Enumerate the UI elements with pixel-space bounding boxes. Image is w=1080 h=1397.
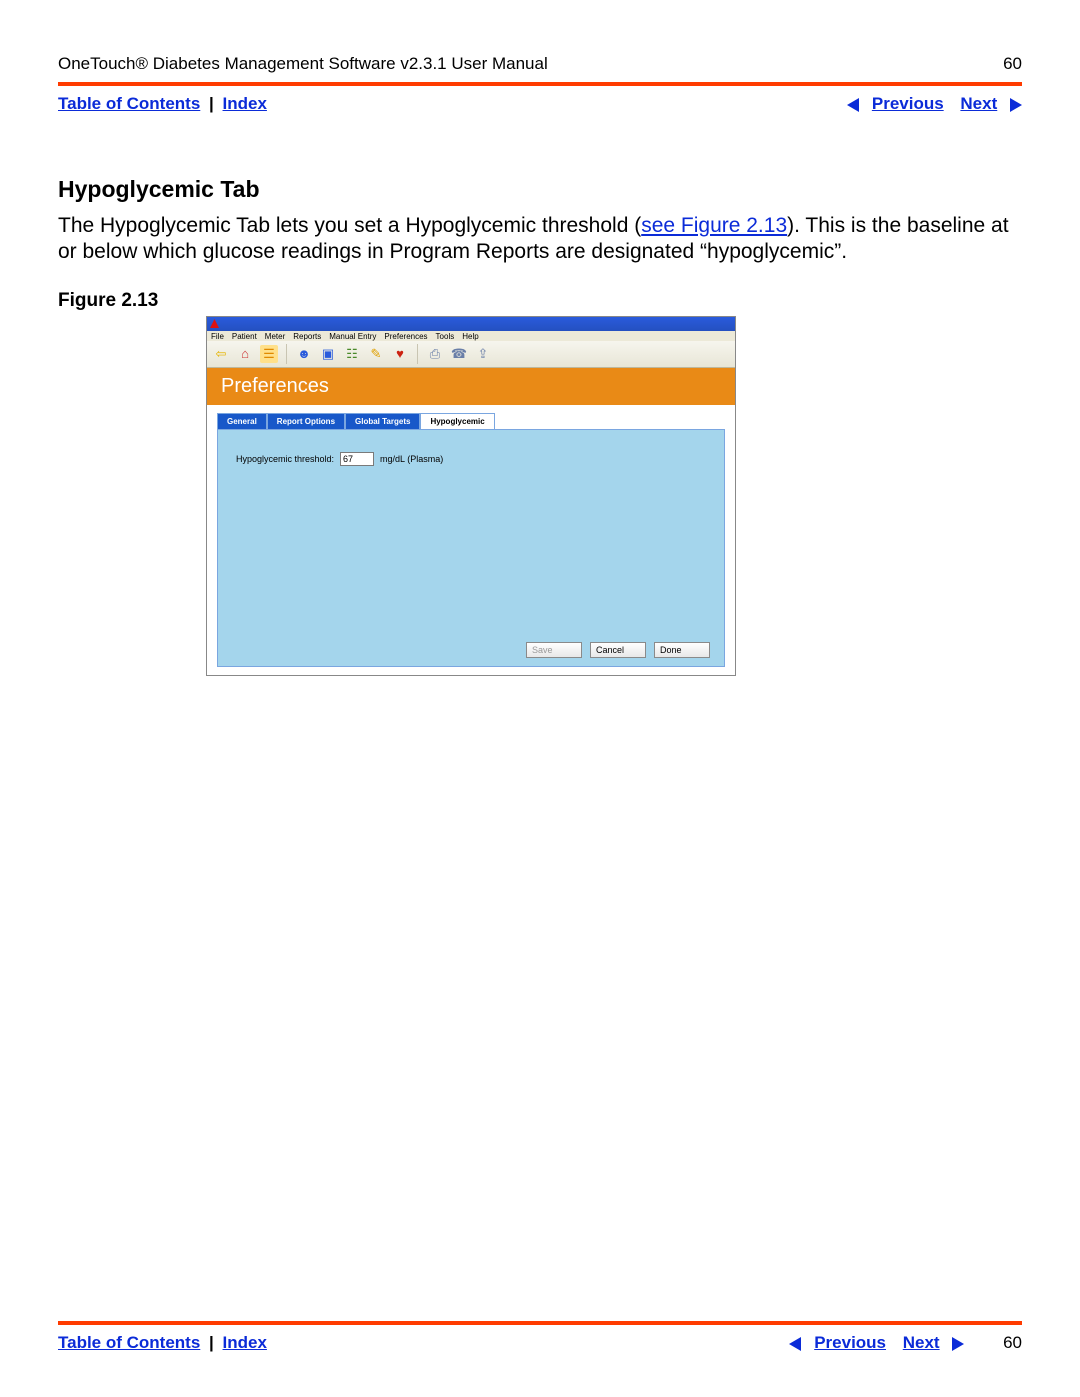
app-menubar: File Patient Meter Reports Manual Entry …	[207, 331, 735, 341]
export-icon[interactable]: ⇪	[474, 345, 492, 363]
next-arrow-icon[interactable]	[952, 1337, 964, 1351]
doc-title: OneTouch® Diabetes Management Software v…	[58, 54, 548, 74]
previous-link-bottom[interactable]: Previous	[814, 1333, 886, 1352]
body-text-1: The Hypoglycemic Tab lets you set a Hypo…	[58, 214, 641, 237]
threshold-unit: mg/dL (Plasma)	[380, 454, 443, 464]
app-toolbar: ⇦ ⌂ ☰ ☻ ▣ ☷ ✎ ♥ ⎙ ☎ ⇪	[207, 341, 735, 368]
fax-icon[interactable]: ☎	[450, 345, 468, 363]
figure-label: Figure 2.13	[58, 290, 1022, 312]
hypoglycemic-panel: Hypoglycemic threshold: mg/dL (Plasma) S…	[217, 429, 725, 667]
previous-arrow-icon[interactable]	[789, 1337, 801, 1351]
meter-icon[interactable]: ▣	[319, 345, 337, 363]
cancel-button[interactable]: Cancel	[590, 642, 646, 658]
toolbar-separator	[417, 344, 418, 364]
menu-tools[interactable]: Tools	[436, 332, 455, 341]
report-icon[interactable]: ☷	[343, 345, 361, 363]
figure-screenshot: File Patient Meter Reports Manual Entry …	[206, 316, 736, 676]
home-icon[interactable]: ⌂	[236, 345, 254, 363]
tab-report-options[interactable]: Report Options	[267, 413, 345, 429]
tab-global-targets[interactable]: Global Targets	[345, 413, 420, 429]
index-link-bottom[interactable]: Index	[223, 1333, 267, 1352]
menu-reports[interactable]: Reports	[293, 332, 321, 341]
next-link-bottom[interactable]: Next	[903, 1333, 940, 1352]
nav-separator: |	[205, 1333, 218, 1352]
next-arrow-icon[interactable]	[1010, 98, 1022, 112]
done-button[interactable]: Done	[654, 642, 710, 658]
previous-arrow-icon[interactable]	[847, 98, 859, 112]
nav-separator: |	[205, 94, 218, 113]
menu-meter[interactable]: Meter	[265, 332, 285, 341]
page-number-top: 60	[1003, 54, 1022, 74]
patient-icon[interactable]: ☻	[295, 345, 313, 363]
figure-reference-link[interactable]: see Figure 2.13	[641, 214, 787, 237]
menu-patient[interactable]: Patient	[232, 332, 257, 341]
menu-preferences[interactable]: Preferences	[384, 332, 427, 341]
app-logo-icon	[210, 319, 219, 328]
toc-link-top[interactable]: Table of Contents	[58, 94, 200, 113]
heart-icon[interactable]: ♥	[391, 345, 409, 363]
back-icon[interactable]: ⇦	[212, 345, 230, 363]
toolbar-separator	[286, 344, 287, 364]
pencil-icon[interactable]: ✎	[367, 345, 385, 363]
save-button: Save	[526, 642, 582, 658]
preferences-tabs: General Report Options Global Targets Hy…	[217, 413, 725, 429]
list-icon[interactable]: ☰	[260, 345, 278, 363]
threshold-label: Hypoglycemic threshold:	[236, 454, 334, 464]
app-titlebar	[207, 317, 735, 331]
preferences-body: General Report Options Global Targets Hy…	[207, 405, 735, 675]
preferences-banner: Preferences	[207, 368, 735, 405]
print-icon[interactable]: ⎙	[426, 345, 444, 363]
tab-general[interactable]: General	[217, 413, 267, 429]
section-paragraph: The Hypoglycemic Tab lets you set a Hypo…	[58, 213, 1022, 266]
tab-hypoglycemic[interactable]: Hypoglycemic	[420, 413, 494, 429]
previous-link-top[interactable]: Previous	[872, 94, 944, 113]
menu-manual-entry[interactable]: Manual Entry	[329, 332, 376, 341]
menu-file[interactable]: File	[211, 332, 224, 341]
next-link-top[interactable]: Next	[960, 94, 997, 113]
toc-link-bottom[interactable]: Table of Contents	[58, 1333, 200, 1352]
page-number-bottom: 60	[1003, 1333, 1022, 1352]
section-heading: Hypoglycemic Tab	[58, 176, 1022, 203]
index-link-top[interactable]: Index	[223, 94, 267, 113]
menu-help[interactable]: Help	[462, 332, 478, 341]
threshold-input[interactable]	[340, 452, 374, 466]
